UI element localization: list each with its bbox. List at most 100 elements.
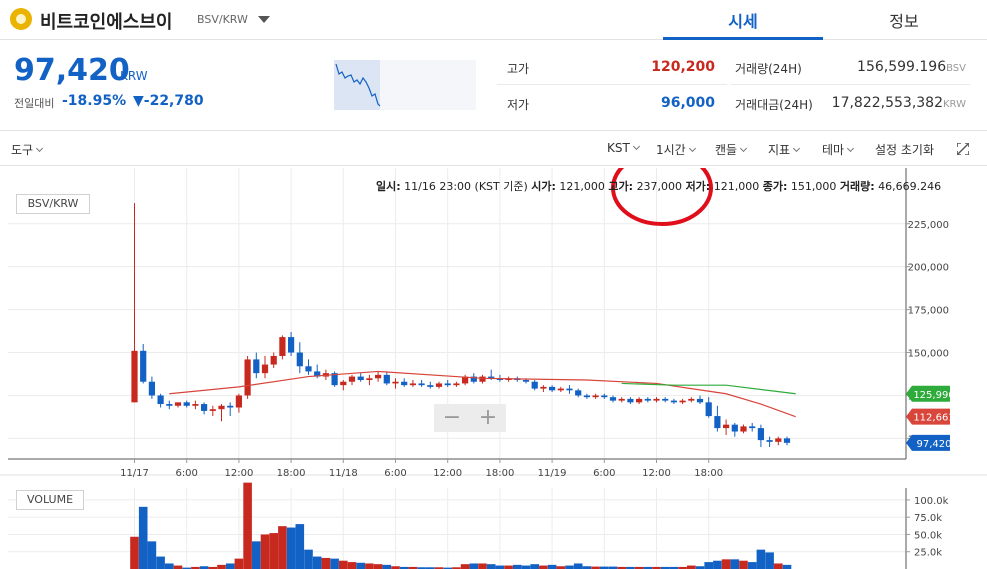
candle-body <box>435 383 443 387</box>
tab-price[interactable]: 시세 <box>663 8 823 40</box>
volume-bar <box>687 565 696 569</box>
candle-body <box>279 337 286 356</box>
price-chart[interactable]: 225,000200,000175,000150,000125,000100,0… <box>0 168 987 569</box>
volume-bar <box>721 559 731 569</box>
volume-bar <box>130 536 139 569</box>
candle-body <box>218 405 225 410</box>
x-tick-label: 12:00 <box>433 468 462 479</box>
candle-body <box>148 381 155 396</box>
volume-bar <box>312 556 322 569</box>
coin-pair-selector[interactable]: BSV/KRW <box>197 13 248 26</box>
candle-body <box>662 398 669 401</box>
volume-bar <box>547 564 557 569</box>
expand-icon[interactable] <box>957 143 969 155</box>
candle-body <box>749 426 756 429</box>
volume-bar <box>243 482 252 569</box>
candle-body <box>453 383 460 386</box>
tools-menu[interactable]: 도구 <box>11 141 44 158</box>
candle-body <box>714 416 721 429</box>
volume-bar <box>730 559 740 569</box>
candle-body <box>531 381 538 389</box>
volume-bar <box>304 549 313 569</box>
y-tick-label: 150,000 <box>908 349 949 360</box>
candle-body <box>192 404 199 406</box>
tab-info[interactable]: 정보 <box>824 8 984 40</box>
candle-body <box>174 402 182 406</box>
candle-body <box>636 398 643 403</box>
candle-body <box>740 426 747 432</box>
volume-bar <box>269 533 278 569</box>
high-value: 120,200 <box>651 59 715 75</box>
candle-body <box>140 350 147 382</box>
candle-body <box>357 376 364 381</box>
x-tick-label: 12:00 <box>642 468 671 479</box>
indicator-menu[interactable]: 지표 <box>768 141 801 158</box>
candle-body <box>201 404 208 411</box>
volume-bar <box>339 560 348 569</box>
x-tick-label: 18:00 <box>485 468 514 479</box>
candle-body <box>540 386 547 389</box>
reset-settings-button[interactable]: 설정 초기화 <box>875 141 934 158</box>
candle-body <box>479 376 486 382</box>
candle-body <box>392 381 399 384</box>
volume-bar <box>217 564 226 569</box>
candle-body <box>166 404 173 406</box>
x-tick-label: 18:00 <box>277 468 306 479</box>
candle-body <box>601 395 608 398</box>
volume-bar <box>495 565 505 569</box>
zoom-in-button[interactable]: + <box>470 404 506 432</box>
volume-bar <box>539 565 548 569</box>
volume-tick-label: 50.0k <box>914 530 942 541</box>
x-tick-label: 6:00 <box>175 468 197 479</box>
volume-bar <box>373 564 383 569</box>
candle-body <box>644 398 651 401</box>
candle-body <box>653 398 660 401</box>
coin-icon <box>10 8 32 30</box>
candle-body <box>618 398 625 401</box>
volume-bar <box>756 549 766 569</box>
mini-price-chart <box>334 60 476 110</box>
volume-bar <box>147 541 157 569</box>
candle-body <box>566 388 573 391</box>
change-percent: -18.95% <box>62 93 127 109</box>
header: 비트코인에스브이 BSV/KRW 시세 정보 <box>0 0 987 40</box>
volume-bar <box>782 564 792 569</box>
candle-body <box>766 440 773 442</box>
volume-bar <box>365 563 374 569</box>
candle-body <box>696 398 704 403</box>
candle-body <box>670 400 677 403</box>
candle-body <box>409 383 416 386</box>
volume-bar <box>252 541 261 569</box>
volume-24h-value: 156,599.196BSV <box>857 59 966 75</box>
chart-toolbar: 도구 KST 1시간 캔들 지표 테마 설정 초기화 <box>0 130 987 166</box>
volume-bar <box>347 562 357 569</box>
y-tick-label: 175,000 <box>908 306 949 317</box>
candle-body <box>444 383 451 386</box>
volume-bar <box>469 563 479 569</box>
volume-bar <box>156 556 165 569</box>
time-axis: 11/17 6:00 12:00 18:00 11/18 6:00 12:00 18:00 11… <box>120 459 723 479</box>
chart-type-menu[interactable]: 캔들 <box>715 141 748 158</box>
volume-bar <box>530 564 539 569</box>
volume-bar <box>478 563 487 569</box>
x-tick-label: 6:00 <box>593 468 615 479</box>
volume-bar <box>330 558 339 569</box>
volume-tick-label: 25.0k <box>914 548 942 559</box>
price-unit: KRW <box>120 69 148 83</box>
candle-body <box>522 380 530 382</box>
volume-bar <box>356 562 365 569</box>
zoom-out-button[interactable]: − <box>434 404 470 432</box>
candle-body <box>253 359 260 374</box>
candle-body <box>418 383 425 386</box>
caret-down-icon[interactable] <box>258 16 270 23</box>
interval-menu[interactable]: 1시간 <box>656 141 696 158</box>
x-tick-label: 18:00 <box>694 468 723 479</box>
volume-bar <box>173 565 183 569</box>
theme-menu[interactable]: 테마 <box>822 141 855 158</box>
price-tag-label: 97,420 <box>917 439 952 450</box>
amount-24h-value: 17,822,553,382KRW <box>831 95 966 111</box>
candle-body <box>375 374 382 379</box>
timezone-menu[interactable]: KST <box>607 141 640 155</box>
volume-panel-label: VOLUME <box>16 490 84 510</box>
y-tick-label: 200,000 <box>908 263 949 274</box>
